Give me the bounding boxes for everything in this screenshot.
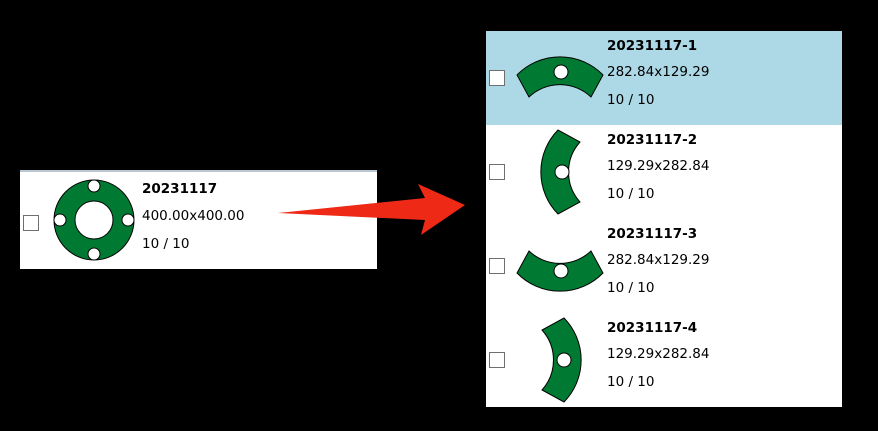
ring-flange-icon bbox=[53, 179, 135, 261]
part-quantity: 10 / 10 bbox=[607, 186, 655, 202]
list-item[interactable]: 20231117-1 282.84x129.29 10 / 10 bbox=[486, 31, 842, 125]
part-quantity: 10 / 10 bbox=[607, 280, 655, 296]
arc-segment-right-icon bbox=[541, 317, 582, 403]
part-size: 129.29x282.84 bbox=[607, 158, 710, 174]
part-quantity: 10 / 10 bbox=[607, 374, 655, 390]
list-item[interactable]: 20231117-3 282.84x129.29 10 / 10 bbox=[486, 219, 842, 313]
part-checkbox[interactable] bbox=[489, 70, 505, 86]
part-size: 129.29x282.84 bbox=[607, 346, 710, 362]
part-checkbox[interactable] bbox=[489, 258, 505, 274]
part-quantity: 10 / 10 bbox=[142, 236, 190, 252]
part-name: 20231117-3 bbox=[607, 226, 698, 242]
arc-segment-bottom-icon bbox=[516, 250, 604, 292]
part-quantity: 10 / 10 bbox=[607, 92, 655, 108]
part-size: 282.84x129.29 bbox=[607, 252, 710, 268]
source-part-checkbox[interactable] bbox=[23, 215, 39, 231]
part-checkbox[interactable] bbox=[489, 164, 505, 180]
right-arrow-icon bbox=[278, 184, 465, 235]
part-name: 20231117 bbox=[142, 181, 218, 197]
arc-segment-left-icon bbox=[540, 129, 581, 215]
list-item[interactable]: 20231117-2 129.29x282.84 10 / 10 bbox=[486, 125, 842, 219]
list-item[interactable]: 20231117-4 129.29x282.84 10 / 10 bbox=[486, 313, 842, 407]
part-size: 400.00x400.00 bbox=[142, 208, 245, 224]
part-size: 282.84x129.29 bbox=[607, 64, 710, 80]
arc-segment-top-icon bbox=[516, 56, 604, 98]
part-name: 20231117-1 bbox=[607, 38, 698, 54]
part-name: 20231117-4 bbox=[607, 320, 698, 336]
part-name: 20231117-2 bbox=[607, 132, 698, 148]
split-parts-list: 20231117-1 282.84x129.29 10 / 10 2023111… bbox=[486, 31, 842, 407]
part-checkbox[interactable] bbox=[489, 352, 505, 368]
